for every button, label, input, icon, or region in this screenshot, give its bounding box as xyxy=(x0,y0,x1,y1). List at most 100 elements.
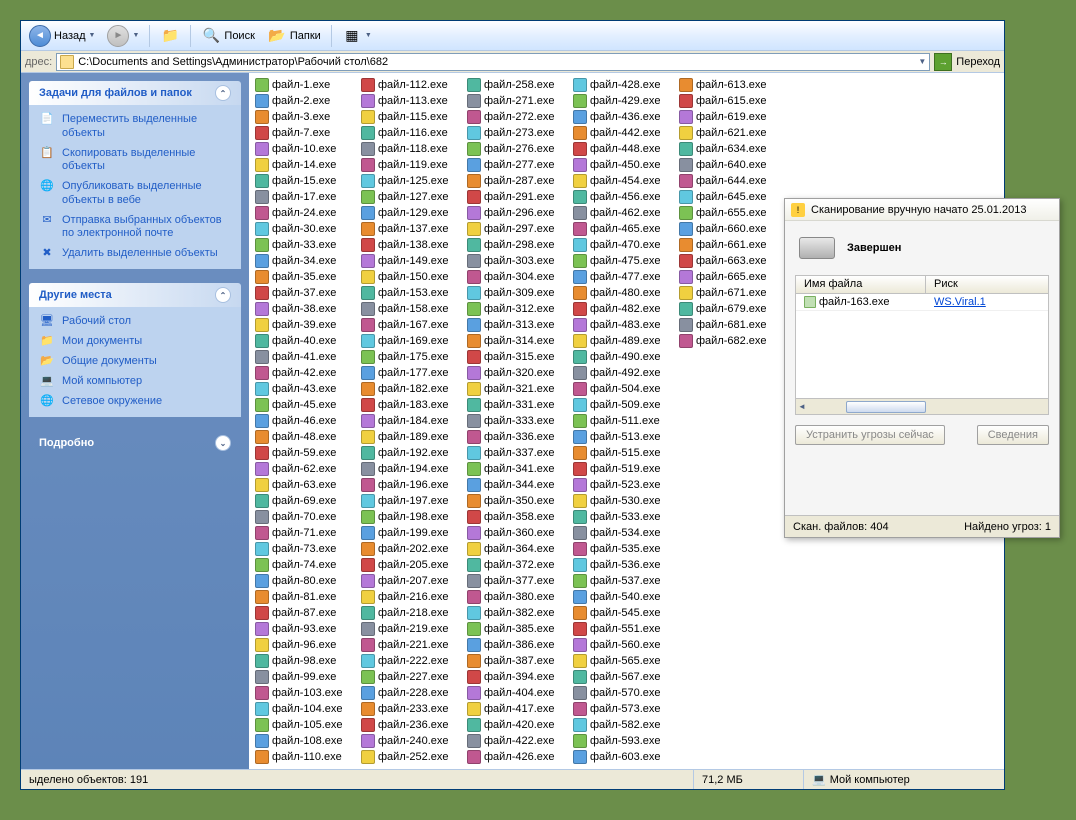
file-item[interactable]: файл-321.exe xyxy=(465,381,571,397)
views-dropdown-icon[interactable]: ▼ xyxy=(365,32,372,39)
file-item[interactable]: файл-671.exe xyxy=(677,285,783,301)
file-item[interactable]: файл-313.exe xyxy=(465,317,571,333)
file-item[interactable]: файл-30.exe xyxy=(253,221,359,237)
file-item[interactable]: файл-129.exe xyxy=(359,205,465,221)
file-item[interactable]: файл-112.exe xyxy=(359,77,465,93)
file-item[interactable]: файл-450.exe xyxy=(571,157,677,173)
file-item[interactable]: файл-504.exe xyxy=(571,381,677,397)
file-item[interactable]: файл-33.exe xyxy=(253,237,359,253)
file-item[interactable]: файл-24.exe xyxy=(253,205,359,221)
file-item[interactable]: файл-38.exe xyxy=(253,301,359,317)
file-item[interactable]: файл-183.exe xyxy=(359,397,465,413)
file-item[interactable]: файл-336.exe xyxy=(465,429,571,445)
forward-dropdown-icon[interactable]: ▼ xyxy=(132,32,139,39)
file-item[interactable]: файл-475.exe xyxy=(571,253,677,269)
file-item[interactable]: файл-513.exe xyxy=(571,429,677,445)
file-item[interactable]: файл-350.exe xyxy=(465,493,571,509)
file-item[interactable]: файл-105.exe xyxy=(253,717,359,733)
file-item[interactable]: файл-70.exe xyxy=(253,509,359,525)
file-item[interactable]: файл-315.exe xyxy=(465,349,571,365)
details-panel-header[interactable]: Подробно ⌄ xyxy=(29,431,241,455)
file-item[interactable]: файл-81.exe xyxy=(253,589,359,605)
file-item[interactable]: файл-96.exe xyxy=(253,637,359,653)
file-item[interactable]: файл-660.exe xyxy=(677,221,783,237)
file-item[interactable]: файл-276.exe xyxy=(465,141,571,157)
file-item[interactable]: файл-182.exe xyxy=(359,381,465,397)
file-item[interactable]: файл-59.exe xyxy=(253,445,359,461)
up-button[interactable]: 📁 xyxy=(156,24,184,48)
file-item[interactable]: файл-194.exe xyxy=(359,461,465,477)
address-dropdown-icon[interactable]: ▼ xyxy=(918,57,926,66)
views-button[interactable]: ▦ ▼ xyxy=(338,24,376,48)
task-item[interactable]: ✉Отправка выбранных объектов по электрон… xyxy=(39,214,231,242)
scrollbar-thumb[interactable] xyxy=(846,401,926,413)
file-item[interactable]: файл-482.exe xyxy=(571,301,677,317)
file-item[interactable]: файл-119.exe xyxy=(359,157,465,173)
file-item[interactable]: файл-377.exe xyxy=(465,573,571,589)
file-item[interactable]: файл-470.exe xyxy=(571,237,677,253)
tasks-panel-header[interactable]: Задачи для файлов и папок ⌃ xyxy=(29,81,241,105)
file-item[interactable]: файл-483.exe xyxy=(571,317,677,333)
file-item[interactable]: файл-645.exe xyxy=(677,189,783,205)
file-item[interactable]: файл-331.exe xyxy=(465,397,571,413)
file-item[interactable]: файл-149.exe xyxy=(359,253,465,269)
file-item[interactable]: файл-490.exe xyxy=(571,349,677,365)
file-item[interactable]: файл-682.exe xyxy=(677,333,783,349)
file-item[interactable]: файл-43.exe xyxy=(253,381,359,397)
file-item[interactable]: файл-358.exe xyxy=(465,509,571,525)
file-item[interactable]: файл-511.exe xyxy=(571,413,677,429)
file-item[interactable]: файл-436.exe xyxy=(571,109,677,125)
file-item[interactable]: файл-273.exe xyxy=(465,125,571,141)
file-item[interactable]: файл-640.exe xyxy=(677,157,783,173)
file-item[interactable]: файл-303.exe xyxy=(465,253,571,269)
file-item[interactable]: файл-73.exe xyxy=(253,541,359,557)
file-item[interactable]: файл-341.exe xyxy=(465,461,571,477)
file-item[interactable]: файл-216.exe xyxy=(359,589,465,605)
file-item[interactable]: файл-593.exe xyxy=(571,733,677,749)
file-item[interactable]: файл-661.exe xyxy=(677,237,783,253)
file-item[interactable]: файл-287.exe xyxy=(465,173,571,189)
file-item[interactable]: файл-480.exe xyxy=(571,285,677,301)
file-item[interactable]: файл-113.exe xyxy=(359,93,465,109)
file-item[interactable]: файл-127.exe xyxy=(359,189,465,205)
file-item[interactable]: файл-87.exe xyxy=(253,605,359,621)
file-item[interactable]: файл-41.exe xyxy=(253,349,359,365)
file-item[interactable]: файл-536.exe xyxy=(571,557,677,573)
file-item[interactable]: файл-663.exe xyxy=(677,253,783,269)
file-item[interactable]: файл-380.exe xyxy=(465,589,571,605)
h-scrollbar[interactable]: ◄ xyxy=(796,398,1048,414)
file-item[interactable]: файл-309.exe xyxy=(465,285,571,301)
file-item[interactable]: файл-37.exe xyxy=(253,285,359,301)
file-item[interactable]: файл-42.exe xyxy=(253,365,359,381)
file-item[interactable]: файл-545.exe xyxy=(571,605,677,621)
file-item[interactable]: файл-385.exe xyxy=(465,621,571,637)
file-item[interactable]: файл-582.exe xyxy=(571,717,677,733)
file-item[interactable]: файл-533.exe xyxy=(571,509,677,525)
file-item[interactable]: файл-477.exe xyxy=(571,269,677,285)
file-item[interactable]: файл-364.exe xyxy=(465,541,571,557)
file-item[interactable]: файл-382.exe xyxy=(465,605,571,621)
back-button[interactable]: ◄ Назад ▼ xyxy=(25,23,99,49)
folders-button[interactable]: 📂 Папки xyxy=(263,24,325,48)
expand-icon[interactable]: ⌄ xyxy=(215,435,231,451)
file-item[interactable]: файл-169.exe xyxy=(359,333,465,349)
task-item[interactable]: ✖Удалить выделенные объекты xyxy=(39,247,231,261)
place-item[interactable]: 📂Общие документы xyxy=(39,355,231,369)
file-item[interactable]: файл-184.exe xyxy=(359,413,465,429)
file-item[interactable]: файл-137.exe xyxy=(359,221,465,237)
file-item[interactable]: файл-167.exe xyxy=(359,317,465,333)
file-item[interactable]: файл-540.exe xyxy=(571,589,677,605)
file-item[interactable]: файл-202.exe xyxy=(359,541,465,557)
file-item[interactable]: файл-426.exe xyxy=(465,749,571,765)
file-item[interactable]: файл-314.exe xyxy=(465,333,571,349)
file-item[interactable]: файл-360.exe xyxy=(465,525,571,541)
file-item[interactable]: файл-296.exe xyxy=(465,205,571,221)
scanner-titlebar[interactable]: ! Сканирование вручную начато 25.01.2013 xyxy=(785,199,1059,221)
file-item[interactable]: файл-615.exe xyxy=(677,93,783,109)
file-item[interactable]: файл-62.exe xyxy=(253,461,359,477)
file-item[interactable]: файл-567.exe xyxy=(571,669,677,685)
file-item[interactable]: файл-45.exe xyxy=(253,397,359,413)
file-item[interactable]: файл-3.exe xyxy=(253,109,359,125)
file-item[interactable]: файл-277.exe xyxy=(465,157,571,173)
file-item[interactable]: файл-465.exe xyxy=(571,221,677,237)
